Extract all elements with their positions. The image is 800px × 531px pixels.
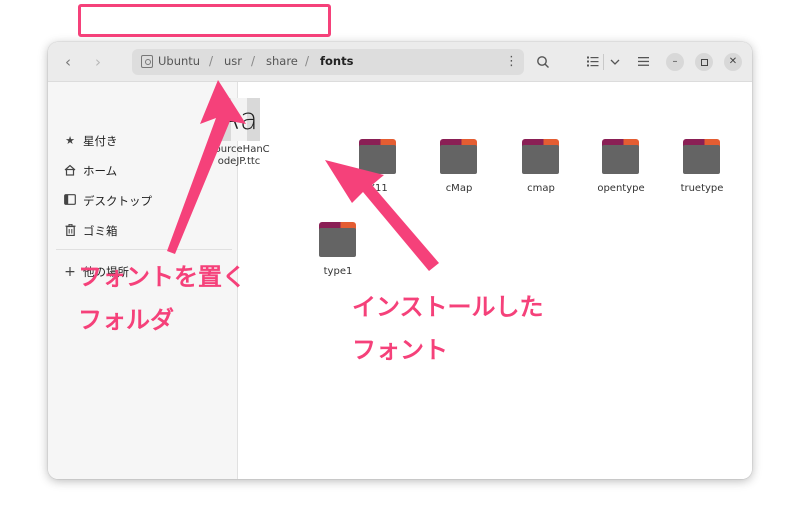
arrow-to-pathbar (167, 80, 246, 254)
annotation-folder-line2: フォルダ (78, 306, 174, 334)
annotation-installed-line1: インストールした (352, 293, 544, 321)
arrow-to-font-file (325, 160, 439, 271)
annotation-installed-line2: フォント (352, 336, 448, 364)
annotation-folder-line1: フォントを置く (78, 263, 246, 291)
